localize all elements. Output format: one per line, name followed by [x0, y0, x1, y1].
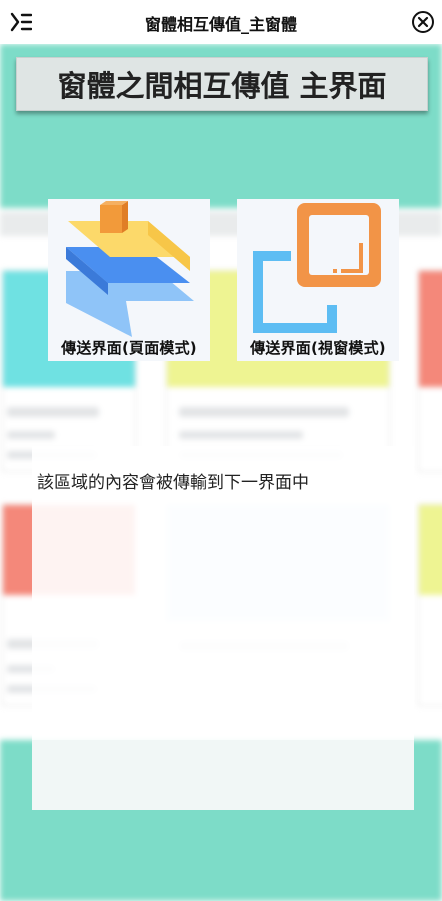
page-title: 窗體之間相互傳值 主界面 [16, 57, 428, 111]
transfer-area-footer [32, 740, 414, 810]
window-title: 窗體相互傳值_主窗體 [144, 15, 297, 34]
window-mode-label: 傳送界面(視窗模式) [250, 339, 386, 357]
page-mode-label: 傳送界面(頁面模式) [61, 339, 197, 357]
main-panel: 窗體之間相互傳值 主界面 傳送界面(頁面模式) 傳送界面(視窗模式) 該區域的內… [0, 44, 442, 901]
page-mode-icon [66, 201, 194, 337]
transfer-area-text: 該區域的內容會被傳輸到下一界面中 [37, 473, 309, 493]
window-mode-button[interactable]: 傳送界面(視窗模式) [237, 199, 399, 361]
page-mode-button[interactable]: 傳送界面(頁面模式) [48, 199, 210, 361]
title-bar: 窗體相互傳值_主窗體 [0, 0, 442, 44]
close-icon[interactable] [412, 11, 434, 33]
window-mode-icon [253, 203, 381, 333]
transfer-content-area[interactable]: 該區域的內容會被傳輸到下一界面中 [32, 446, 414, 810]
